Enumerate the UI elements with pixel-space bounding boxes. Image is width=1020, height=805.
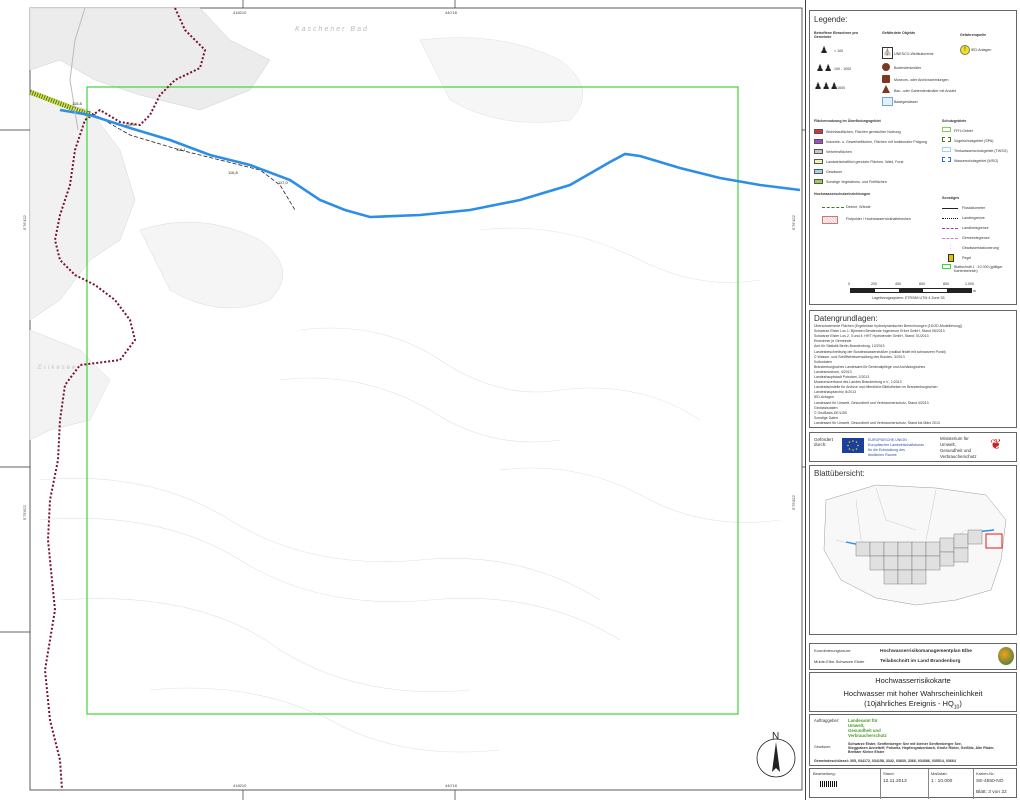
coord-right-lower: 5'75'822 [791,495,796,510]
source-line: Schwarze Elster Los 2, 3 und 4: HHT Hydr… [814,334,929,339]
wsg-swatch [942,157,951,162]
scale-bar [850,288,972,293]
source-line: Einwohner je Gemeinde [814,339,852,344]
state-border-swatch [942,218,958,219]
protect-title: Schutzgebiete [942,119,967,123]
north-label: N [772,731,780,742]
coord-bottom-right: 440'18 [445,783,457,788]
source-line: Sonstige Daten [814,415,838,420]
km-label: 115,5 [125,122,135,127]
monument-icon [882,63,890,71]
footer-box: Bearbeitung: Stand: 12.11.2013 Maßstab: … [809,768,1017,799]
client-box: Auftraggeber: Landesamt für Umwelt, Gesu… [809,714,1017,766]
source-line: © Wasser- und Schifffahrtsverwaltung des… [814,354,905,359]
building-monument-icon [882,85,890,93]
dike-swatch [822,207,844,208]
place-label: Erikesee [38,365,78,371]
persons-icon: ♟♟ [816,63,833,73]
source-line: Landesfachstelle für Archive und öffentl… [814,385,938,390]
eu-flag-icon [842,438,864,453]
km-label: 116,8 [228,170,238,175]
legend-title: Legende: [814,15,848,24]
coord-left-lower: 5'75'822 [22,505,27,520]
kingfisher-logo-icon [998,647,1014,665]
source-line: © GeoBasis-DE/LGB [814,410,847,415]
legend-sources-header: Gefahrenquelle [960,33,987,37]
legend-objects-header: Gefährdete Objekte [882,31,916,35]
flood-title: Hochwasserschutzeinrichtungen [814,192,871,196]
person-icon: ♟ [820,45,829,55]
source-line: Landesamt für Umwelt, Gesundheit und Ver… [814,400,929,405]
coord-top-left: 418210 [233,10,247,15]
unesco-icon: ⛪ [882,47,893,59]
place-label: Kaschener Bad [295,26,369,33]
source-line: Schwarze Elster Los 1: Björnsen Beratend… [814,329,945,334]
editor-logo-icon [820,781,838,787]
source-line: Landeshauptarchiv, 8/2013 [814,390,856,395]
map-area[interactable]: 418210 440'18 418210 440'18 5'76'422 5'7… [0,0,805,800]
source-line: Landesbeschreibung der Bundeswasserstraß… [814,349,946,354]
overview-box: Blattübersicht: [809,465,1017,635]
brandenburg-eagle-icon: ❦ [990,436,1002,452]
museum-icon [882,75,890,83]
source-line: Geobasisdaten [814,405,838,410]
source-line: Landesmuseum, 4/2013 [814,369,852,374]
legend-box: Legende: Betroffene Einwohner pro Gemein… [809,10,1017,305]
overview-map [823,484,1007,606]
twsg-swatch [942,147,951,152]
legend-people-header: Betroffene Einwohner pro Gemeinde [814,31,859,39]
ied-icon: ! [960,45,970,55]
funding-box: Gefördert durch: EUROPÄISCHE UNION Europ… [809,432,1017,462]
km-label: 116,1 [176,147,186,152]
coord-top-right: 440'18 [445,10,457,15]
spa-swatch [942,137,951,142]
coord-right-upper: 5'76'422 [791,215,796,230]
bathing-water-icon [882,97,893,106]
km-label: 117,0 [278,180,288,185]
misc-title: Sonstiges [942,196,960,200]
river-km-swatch [942,208,958,209]
legend-panel: Legende: Betroffene Einwohner pro Gemein… [756,0,1020,800]
sources-box: Datengrundlagen: Überschwemmte Flächen (… [809,310,1017,428]
landuse-title: Flächennutzung im Überflutungsgebiet [814,119,881,123]
district-border-swatch [942,228,958,229]
km-label: 115,8 [72,101,82,106]
source-line: Brandenburgisches Landesamt für Denkmalp… [814,364,926,369]
gauge-icon [948,254,954,262]
source-line: Museumsverband des Landes Brandenburg e.… [814,380,902,385]
crs-text: Lagebezugssystem: ETRS89 UTM 4 Zone 33 [872,296,945,300]
title-box: Hochwasserrisikokarte Hochwasser mit hoh… [809,672,1017,712]
ffh-swatch [942,127,951,132]
source-line: Amt für Statistik Berlin-Brandenburg, 12… [814,344,885,349]
source-line: Landesamt für Umwelt, Gesundheit und Ver… [814,420,940,425]
coord-left-upper: 5'76'422 [22,215,27,230]
coord-bottom-left: 418210 [233,783,247,788]
station-icon: ⋮ [948,244,953,250]
source-line: Kulturdaten [814,359,832,364]
polder-swatch [822,216,838,224]
project-box: Koordinierungsraum: Mulde-Elbe-Schwarze … [809,643,1017,670]
source-line: Landeshauptstadt Potsdam, 2/2013 [814,375,870,379]
map-canvas [0,0,805,800]
source-line: IED-Anlagen [814,395,834,400]
title-line2: (10jährliches Ereignis - HQ10) [864,699,962,711]
commune-border-swatch [942,238,958,239]
source-line: Überschwemmte Flächen (Ergebnisse hydrod… [814,324,963,328]
